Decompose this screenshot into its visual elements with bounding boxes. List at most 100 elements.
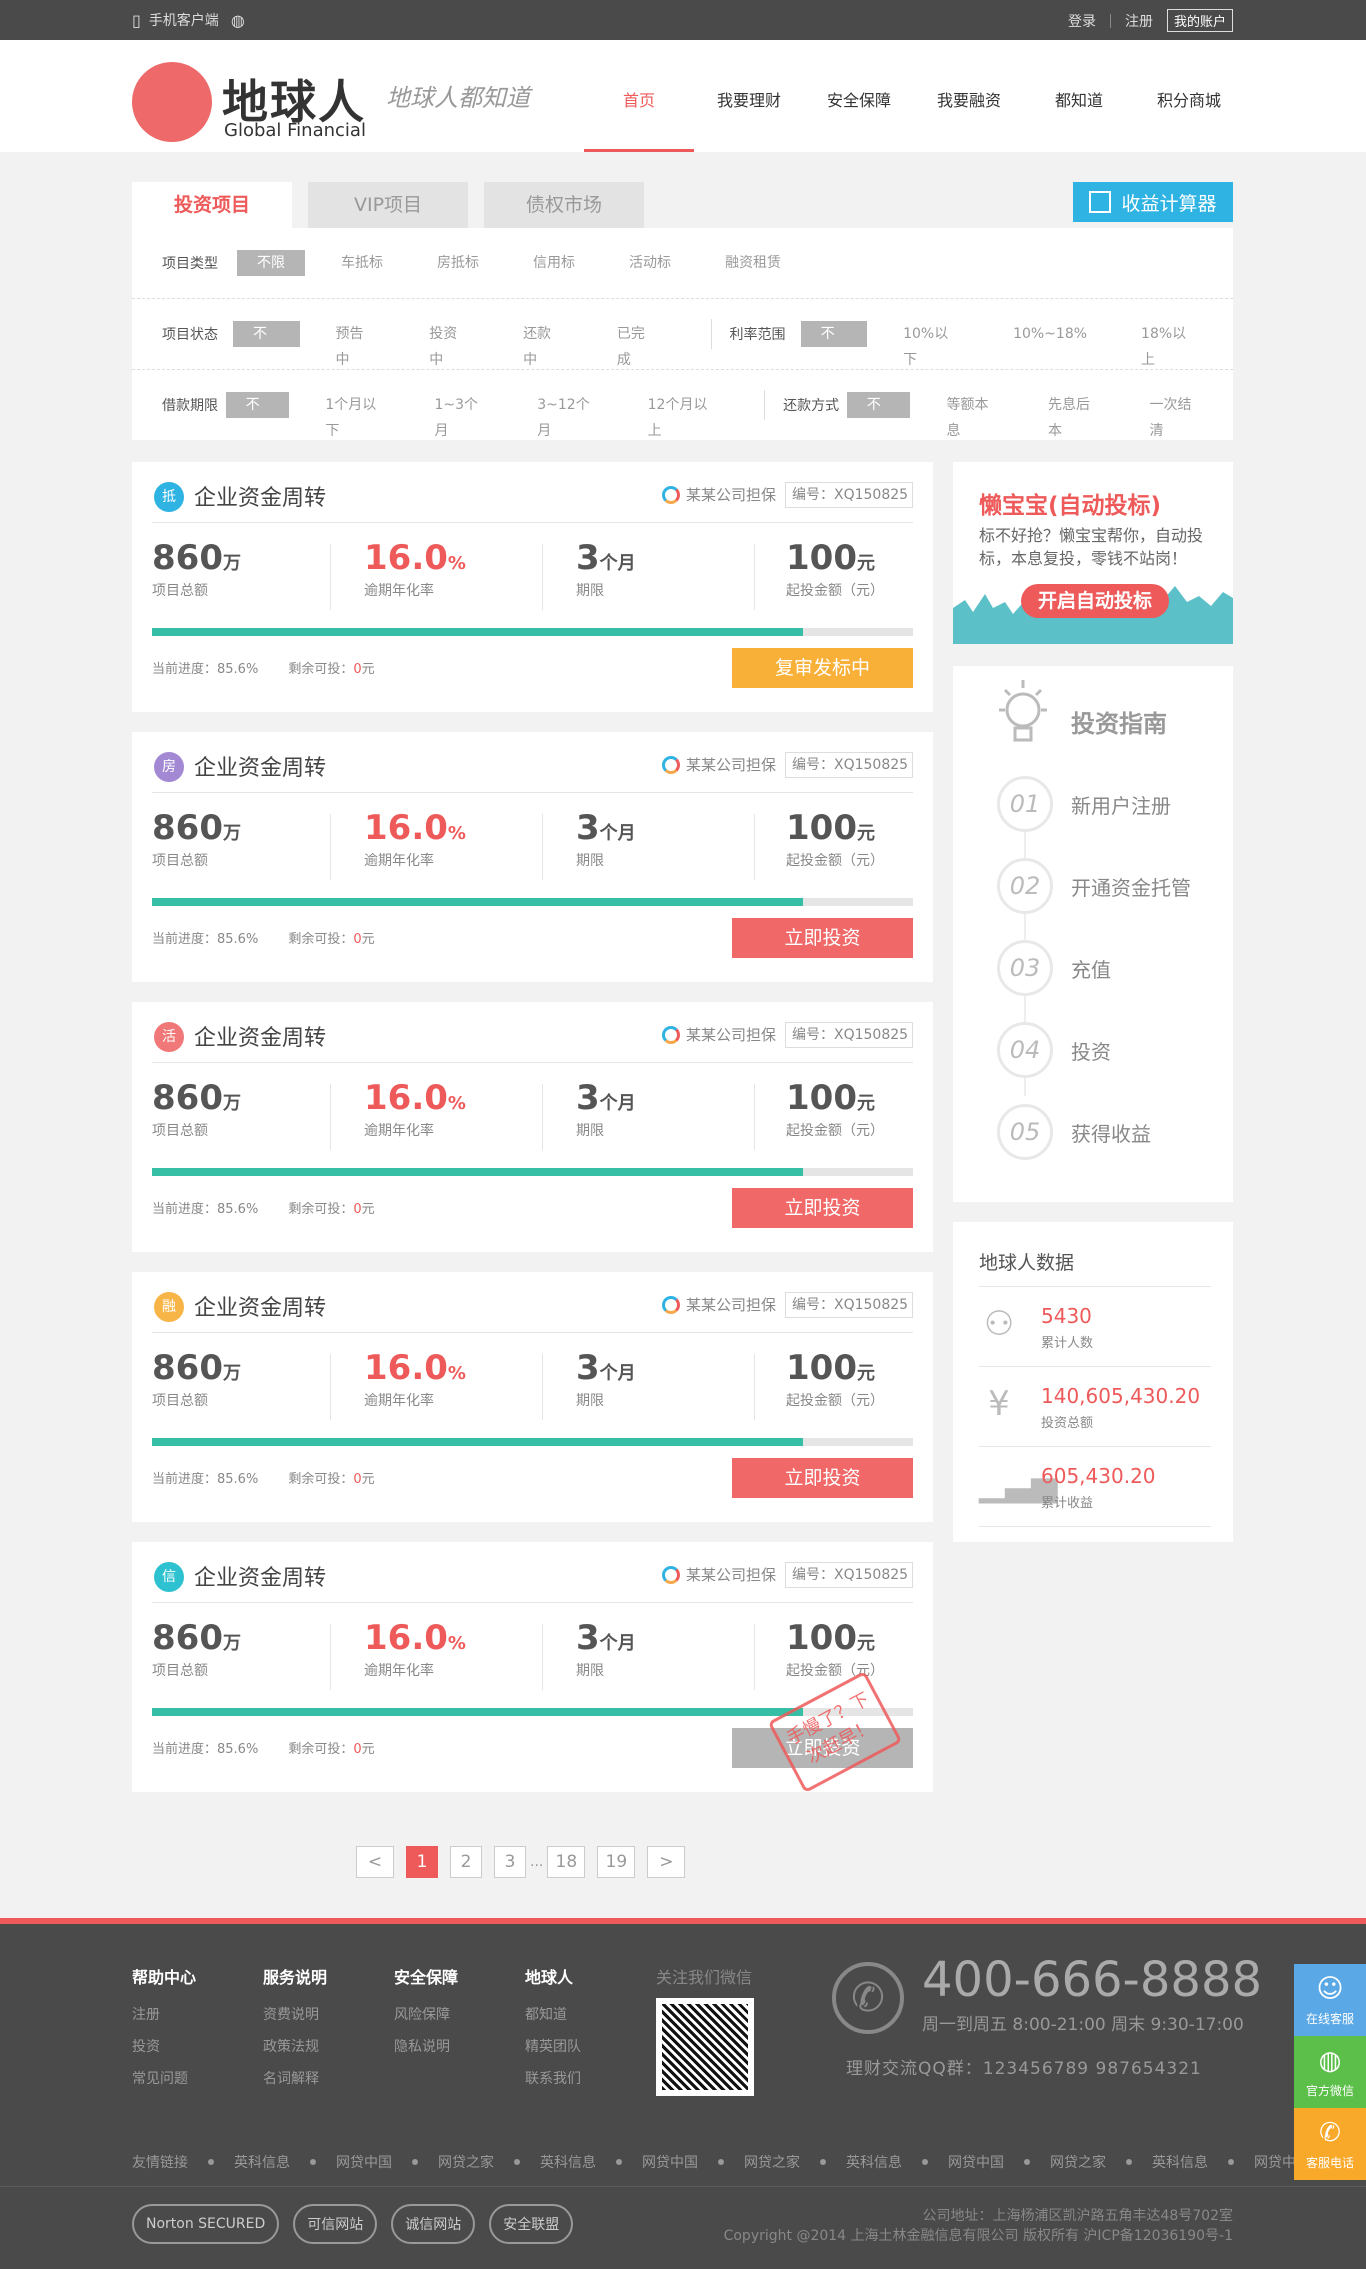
- filter-option[interactable]: 不限: [225, 392, 290, 439]
- stat-term: 3个月 期限: [576, 1078, 636, 1140]
- project-card[interactable]: 融 企业资金周转 某某公司担保 编号：XQ150825 860万 项目总额 16.…: [132, 1272, 933, 1522]
- nav-knowhow[interactable]: 都知道: [1024, 40, 1134, 152]
- filter-option[interactable]: 不限: [237, 250, 305, 276]
- filter-option[interactable]: 已完成: [599, 321, 675, 368]
- invest-button[interactable]: 立即投资: [732, 918, 913, 958]
- footer-link[interactable]: 政策法规: [263, 2036, 327, 2056]
- filter-option[interactable]: 不限: [233, 321, 300, 368]
- footer-link[interactable]: 风险保障: [394, 2004, 458, 2024]
- filter-option[interactable]: 等额本息: [928, 392, 1012, 439]
- filter-option[interactable]: 12个月以上: [630, 392, 729, 439]
- friend-link[interactable]: 网贷之家: [438, 2152, 494, 2172]
- filter-option[interactable]: 18%以上: [1123, 321, 1215, 368]
- footer-link[interactable]: 常见问题: [132, 2068, 196, 2088]
- divider: [979, 1366, 1211, 1367]
- norton-seal-icon[interactable]: Norton SECURED: [132, 2204, 280, 2244]
- online-service-button[interactable]: ☺ 在线客服: [1294, 1964, 1366, 2036]
- friend-link[interactable]: 英科信息: [234, 2152, 290, 2172]
- invest-button[interactable]: 立即投资: [732, 1188, 913, 1228]
- wechat-icon[interactable]: ◍: [231, 11, 245, 30]
- integrity-site-seal-icon[interactable]: 诚信网站: [391, 2204, 476, 2244]
- nav-invest[interactable]: 我要理财: [694, 40, 804, 152]
- service-phone-button[interactable]: ✆ 客服电话: [1294, 2108, 1366, 2180]
- footer-link[interactable]: 注册: [132, 2004, 196, 2024]
- nav-points-mall[interactable]: 积分商城: [1134, 40, 1244, 152]
- stat-rate: 16.0% 逾期年化率: [364, 1078, 466, 1140]
- filter-option[interactable]: 还款中: [505, 321, 581, 368]
- filter-option[interactable]: 1个月以下: [307, 392, 398, 439]
- calculator-button[interactable]: 收益计算器: [1073, 182, 1233, 222]
- guide-step[interactable]: 01 新用户注册: [997, 776, 1171, 832]
- footer-link[interactable]: 精英团队: [525, 2036, 581, 2056]
- filter-option[interactable]: 车抵标: [323, 250, 401, 276]
- auto-invest-button[interactable]: 开启自动投标: [1021, 584, 1169, 618]
- project-card[interactable]: 房 企业资金周转 某某公司担保 编号：XQ150825 860万 项目总额 16.…: [132, 732, 933, 982]
- footer-link[interactable]: 隐私说明: [394, 2036, 458, 2056]
- invest-button[interactable]: 复审发标中: [732, 648, 913, 688]
- filter-option[interactable]: 融资租赁: [707, 250, 799, 276]
- mobile-client-link[interactable]: 手机客户端: [149, 10, 219, 30]
- my-account-button[interactable]: 我的账户: [1166, 9, 1233, 32]
- guide-step[interactable]: 03 充值: [997, 940, 1111, 996]
- logo-globe-icon[interactable]: [132, 62, 212, 142]
- filter-option[interactable]: 房抵标: [419, 250, 497, 276]
- filter-option[interactable]: 10%~18%: [995, 321, 1105, 347]
- friend-link[interactable]: 网贷中国: [336, 2152, 392, 2172]
- friend-link[interactable]: 英科信息: [540, 2152, 596, 2172]
- project-title[interactable]: 企业资金周转: [194, 750, 326, 782]
- page-button[interactable]: 18: [547, 1846, 586, 1878]
- footer-link[interactable]: 名词解释: [263, 2068, 327, 2088]
- guide-step[interactable]: 05 获得收益: [997, 1104, 1151, 1160]
- friend-link[interactable]: 网贷之家: [1050, 2152, 1106, 2172]
- tab-debt-market[interactable]: 债权市场: [484, 182, 644, 228]
- friend-link[interactable]: 网贷之家: [744, 2152, 800, 2172]
- filter-option[interactable]: 10%以下: [885, 321, 977, 368]
- project-title[interactable]: 企业资金周转: [194, 1290, 326, 1322]
- filter-option[interactable]: 活动标: [611, 250, 689, 276]
- footer-link[interactable]: 投资: [132, 2036, 196, 2056]
- guide-step[interactable]: 02 开通资金托管: [997, 858, 1191, 914]
- nav-financing[interactable]: 我要融资: [914, 40, 1024, 152]
- filter-option[interactable]: 不限: [846, 392, 911, 439]
- min-value: 100: [786, 1078, 857, 1118]
- page-button[interactable]: 2: [450, 1846, 482, 1878]
- guide-step[interactable]: 04 投资: [997, 1022, 1111, 1078]
- tab-vip[interactable]: VIP项目: [308, 182, 468, 228]
- page-button[interactable]: 19: [597, 1846, 636, 1878]
- register-link[interactable]: 注册: [1125, 11, 1153, 31]
- project-card[interactable]: 活 企业资金周转 某某公司担保 编号：XQ150825 860万 项目总额 16.…: [132, 1002, 933, 1252]
- project-title[interactable]: 企业资金周转: [194, 1560, 326, 1592]
- friend-link[interactable]: 英科信息: [1152, 2152, 1208, 2172]
- nav-home[interactable]: 首页: [584, 40, 694, 152]
- filter-option[interactable]: 1~3个月: [416, 392, 501, 439]
- filter-option[interactable]: 一次结清: [1131, 392, 1215, 439]
- filter-option[interactable]: 预告中: [318, 321, 394, 368]
- friend-link[interactable]: 网贷中国: [642, 2152, 698, 2172]
- tab-investment[interactable]: 投资项目: [132, 182, 292, 228]
- page-button-current[interactable]: 1: [406, 1846, 438, 1878]
- project-title[interactable]: 企业资金周转: [194, 480, 326, 512]
- friend-link[interactable]: 英科信息: [846, 2152, 902, 2172]
- project-card[interactable]: 信 企业资金周转 某某公司担保 编号：XQ150825 860万 项目总额 16.…: [132, 1542, 933, 1794]
- official-wechat-button[interactable]: ◍ 官方微信: [1294, 2036, 1366, 2108]
- security-alliance-seal-icon[interactable]: 安全联盟: [489, 2204, 574, 2244]
- footer-link[interactable]: 资费说明: [263, 2004, 327, 2024]
- filter-option[interactable]: 3~12个月: [519, 392, 611, 439]
- filter-option[interactable]: 信用标: [515, 250, 593, 276]
- project-title[interactable]: 企业资金周转: [194, 1020, 326, 1052]
- friend-link[interactable]: 网贷中国: [948, 2152, 1004, 2172]
- invest-button[interactable]: 立即投资: [732, 1458, 913, 1498]
- filter-option[interactable]: 先息后本: [1030, 392, 1114, 439]
- login-link[interactable]: 登录: [1068, 11, 1096, 31]
- trusted-site-seal-icon[interactable]: 可信网站: [293, 2204, 378, 2244]
- filter-option[interactable]: 不限: [800, 321, 868, 368]
- next-page-button[interactable]: >: [647, 1846, 686, 1878]
- project-card[interactable]: 抵 企业资金周转 某某公司担保 编号：XQ150825 860万 项目总额 16.…: [132, 462, 933, 712]
- footer-link[interactable]: 都知道: [525, 2004, 581, 2024]
- filter-option[interactable]: 投资中: [411, 321, 487, 368]
- footer-link[interactable]: 联系我们: [525, 2068, 581, 2088]
- nav-security[interactable]: 安全保障: [804, 40, 914, 152]
- page-button[interactable]: 3: [494, 1846, 526, 1878]
- min-value: 100: [786, 808, 857, 848]
- prev-page-button[interactable]: <: [356, 1846, 394, 1878]
